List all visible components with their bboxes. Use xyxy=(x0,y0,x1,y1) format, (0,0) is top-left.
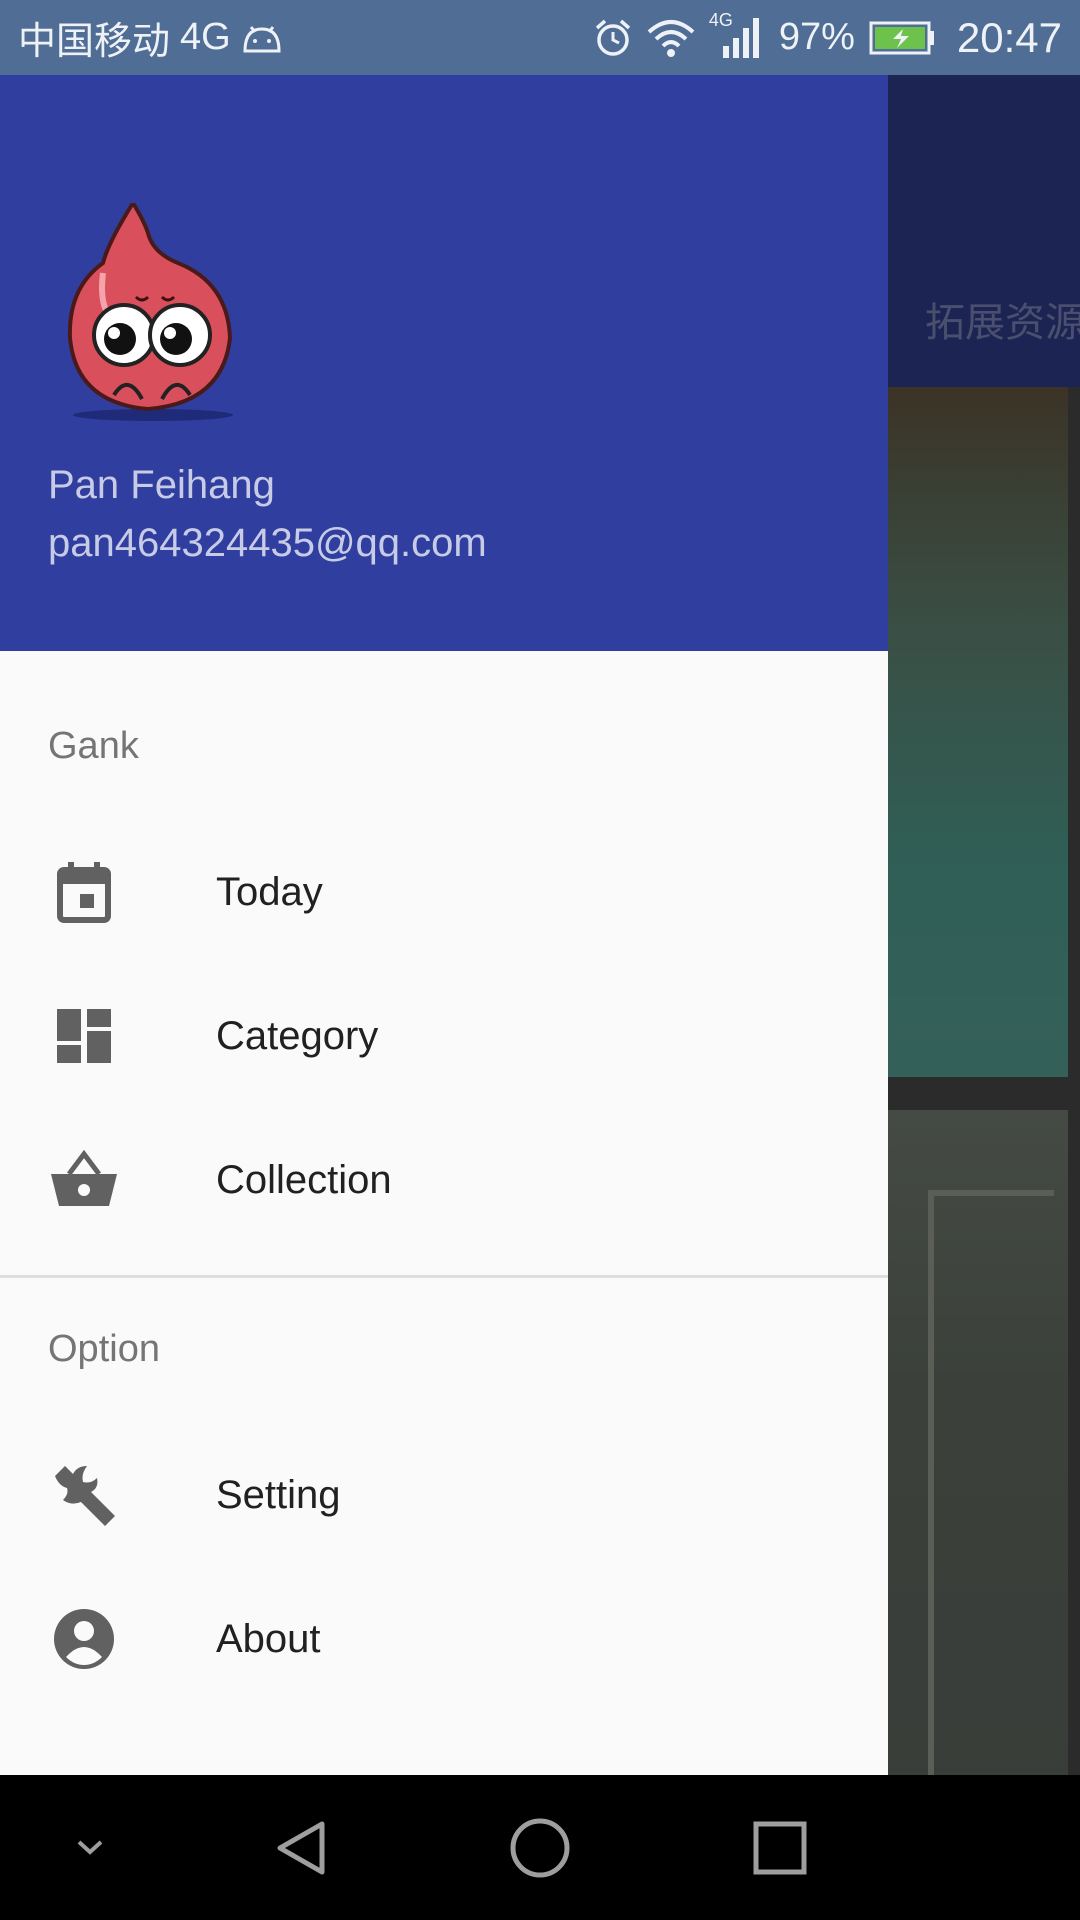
back-button[interactable] xyxy=(250,1775,350,1920)
alarm-icon xyxy=(595,19,630,56)
avatar[interactable] xyxy=(58,203,248,423)
wrench-icon xyxy=(48,1459,120,1531)
home-button[interactable] xyxy=(490,1775,590,1920)
menu-item-label: Category xyxy=(216,1013,379,1058)
battery-icon xyxy=(869,21,934,54)
menu-item-label: About xyxy=(216,1616,321,1661)
clock: 20:47 xyxy=(956,13,1062,61)
menu-item-label: Today xyxy=(216,869,323,914)
account-circle-icon xyxy=(48,1603,120,1675)
calendar-icon xyxy=(48,856,120,928)
android-icon xyxy=(243,25,281,52)
recents-icon xyxy=(753,1821,807,1874)
menu-item-collection[interactable]: Collection xyxy=(0,1108,888,1252)
section-title-gank: Gank xyxy=(48,725,139,767)
back-icon xyxy=(277,1821,325,1874)
user-email: pan464324435@qq.com xyxy=(48,521,487,565)
wifi-icon xyxy=(647,19,695,57)
section-title-option: Option xyxy=(48,1328,160,1370)
menu-item-today[interactable]: Today xyxy=(0,820,888,964)
basket-icon xyxy=(48,1144,120,1216)
background-photo xyxy=(888,1110,1068,1810)
navigation-drawer: Pan Feihang pan464324435@qq.com Gank Tod… xyxy=(0,75,888,1775)
battery-percent: 97% xyxy=(778,16,855,58)
hide-keyboard-button[interactable] xyxy=(50,1775,130,1920)
navigation-bar xyxy=(0,1775,1080,1920)
recents-button[interactable] xyxy=(730,1775,830,1920)
user-name: Pan Feihang xyxy=(48,463,275,507)
dashboard-icon xyxy=(48,1000,120,1072)
status-bar: 中国移动 4G 4G 97% 20:47 xyxy=(0,0,1080,75)
carrier-label: 中国移动 xyxy=(18,21,171,63)
menu-item-category[interactable]: Category xyxy=(0,964,888,1108)
section-divider xyxy=(0,1275,888,1278)
signal-icon: 4G xyxy=(709,10,765,60)
menu-item-label: Setting xyxy=(216,1472,341,1517)
network-label: 4G xyxy=(180,16,231,58)
menu-item-setting[interactable]: Setting xyxy=(0,1423,888,1567)
hide-keyboard-icon xyxy=(77,1840,103,1855)
menu-item-about[interactable]: About xyxy=(0,1567,888,1711)
home-icon xyxy=(510,1818,570,1877)
background-tab-label: 拓展资源 xyxy=(925,301,1080,345)
background-photo xyxy=(888,387,1068,1077)
signal-type-label: 4G xyxy=(708,9,733,30)
drawer-header: Pan Feihang pan464324435@qq.com xyxy=(0,75,888,651)
menu-item-label: Collection xyxy=(216,1157,392,1202)
